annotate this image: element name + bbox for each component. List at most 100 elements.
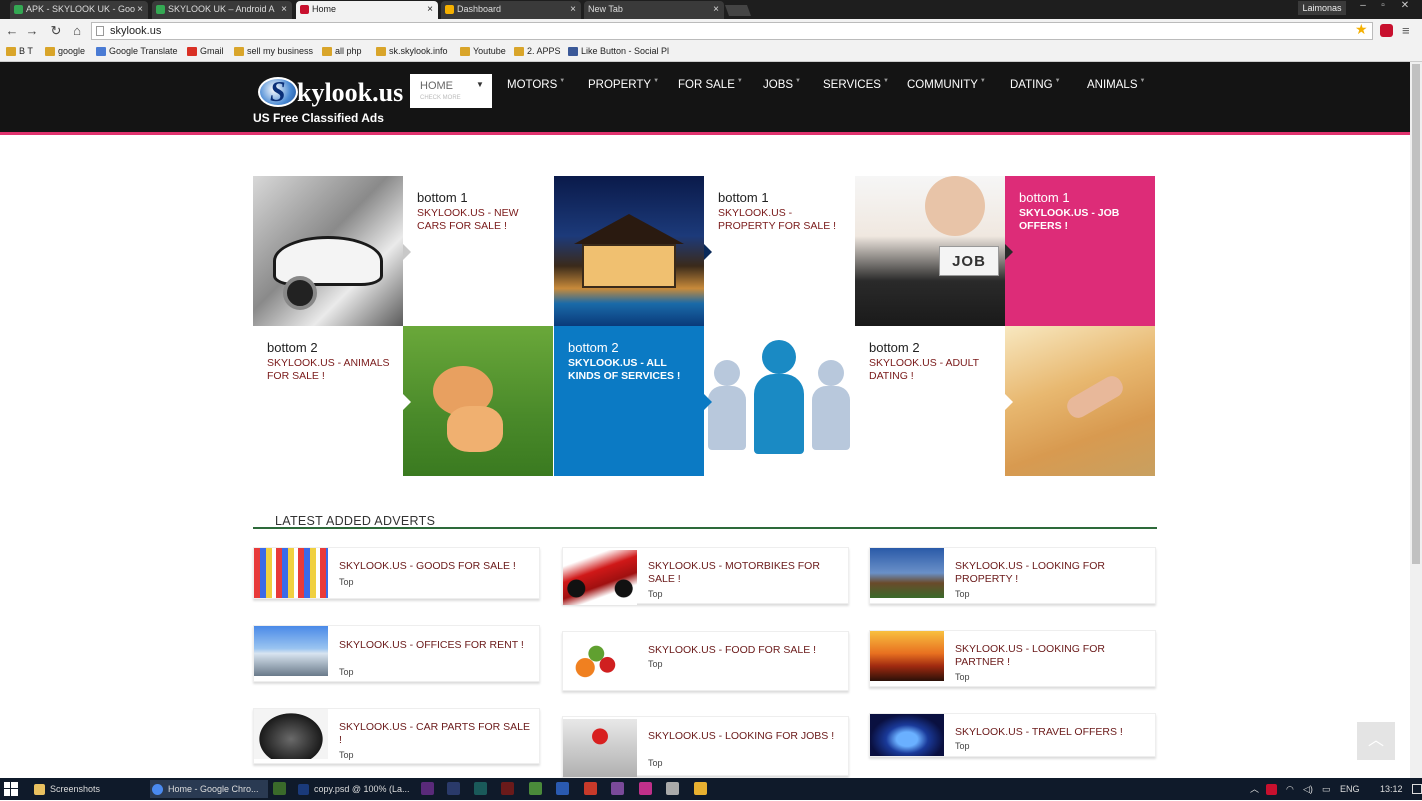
advert-card[interactable]: SKYLOOK.US - OFFICES FOR RENT ! Top — [253, 625, 540, 682]
profile-button[interactable]: Laimonas — [1298, 1, 1346, 15]
browser-tab[interactable]: APK - SKYLOOK UK - Goo × — [10, 1, 148, 19]
taskbar-item-active[interactable]: Home - Google Chro... — [150, 780, 268, 798]
nav-motors[interactable]: MOTORS ▼ — [507, 78, 565, 91]
advert-card[interactable]: SKYLOOK.US - TRAVEL OFFERS ! Top — [869, 713, 1156, 757]
new-tab-button[interactable] — [724, 5, 752, 16]
tile-services[interactable]: bottom 2 SKYLOOK.US - ALL KINDS OF SERVI… — [554, 326, 704, 476]
tile-animals[interactable]: bottom 2 SKYLOOK.US - ANIMALS FOR SALE ! — [253, 326, 403, 476]
extension-icon[interactable] — [1380, 24, 1393, 37]
advert-thumbnail[interactable] — [870, 631, 944, 681]
volume-icon[interactable]: ◁) — [1303, 778, 1313, 800]
advert-card[interactable]: SKYLOOK.US - MOTORBIKES FOR SALE ! Top — [562, 547, 849, 605]
bookmark-item[interactable]: Youtube — [460, 46, 506, 56]
advert-card[interactable]: SKYLOOK.US - LOOKING FOR PROPERTY ! Top — [869, 547, 1156, 604]
nav-animals[interactable]: ANIMALS ▼ — [1087, 78, 1145, 91]
browser-tab[interactable]: SKYLOOK UK – Android A × — [152, 1, 292, 19]
browser-tab-active[interactable]: Home × — [296, 1, 438, 19]
tab-close-icon[interactable]: × — [570, 1, 576, 18]
reload-icon[interactable]: ↻ — [48, 23, 64, 39]
audition-icon[interactable] — [474, 782, 487, 795]
advert-thumbnail[interactable] — [254, 548, 328, 598]
advert-thumbnail[interactable] — [563, 634, 637, 690]
advert-thumbnail[interactable] — [870, 714, 944, 756]
advert-thumbnail[interactable] — [563, 719, 637, 777]
antivirus-icon[interactable] — [1266, 784, 1277, 795]
advert-card[interactable]: SKYLOOK.US - LOOKING FOR JOBS ! Top — [562, 716, 849, 777]
tile-new-cars[interactable]: bottom 1 SKYLOOK.US - NEW CARS FOR SALE … — [403, 176, 553, 326]
after-effects-icon[interactable] — [447, 782, 460, 795]
back-icon[interactable]: ← — [4, 23, 20, 38]
tab-close-icon[interactable]: × — [427, 1, 433, 18]
windows-start-icon[interactable] — [4, 782, 18, 796]
logo-name[interactable]: kylook.us — [297, 78, 403, 108]
tile-dating[interactable]: bottom 2 SKYLOOK.US - ADULT DATING ! — [855, 326, 1005, 476]
nav-jobs[interactable]: JOBS ▼ — [763, 78, 801, 91]
advert-card[interactable]: SKYLOOK.US - LOOKING FOR PARTNER ! Top — [869, 630, 1156, 687]
bookmark-item[interactable]: sk.skylook.info — [376, 46, 448, 56]
advert-thumbnail[interactable] — [563, 550, 637, 605]
nav-dating[interactable]: DATING ▼ — [1010, 78, 1061, 91]
app-icon[interactable] — [611, 782, 624, 795]
advert-card[interactable]: SKYLOOK.US - FOOD FOR SALE ! Top — [562, 631, 849, 691]
maximize-icon[interactable]: ▫ — [1374, 0, 1392, 11]
car-image[interactable] — [253, 176, 403, 326]
back-to-top-button[interactable]: ︿ — [1357, 722, 1395, 760]
forward-icon[interactable]: → — [24, 23, 40, 38]
language-indicator[interactable]: ENG — [1340, 778, 1360, 800]
address-bar[interactable]: skylook.us — [91, 22, 1373, 40]
flash-icon[interactable] — [501, 782, 514, 795]
bookmark-item[interactable]: Like Button - Social Pl — [568, 46, 669, 56]
tile-job-offers[interactable]: bottom 1 SKYLOOK.US - JOB OFFERS ! — [1005, 176, 1155, 326]
taskbar-item[interactable]: Screenshots — [32, 780, 148, 798]
bookmark-item[interactable]: all php — [322, 46, 362, 56]
job-image[interactable]: JOB — [855, 176, 1005, 326]
nav-home[interactable]: HOME CHECK MORE ▼ — [410, 74, 492, 108]
nav-for-sale[interactable]: FOR SALE ▼ — [678, 78, 743, 91]
minimize-icon[interactable]: – — [1354, 0, 1372, 11]
app-icon[interactable] — [694, 782, 707, 795]
advert-thumbnail[interactable] — [254, 626, 328, 676]
premiere-icon[interactable] — [421, 782, 434, 795]
advert-thumbnail[interactable] — [254, 709, 328, 759]
scrollbar-thumb[interactable] — [1412, 64, 1420, 564]
bookmark-item[interactable]: Google Translate — [96, 46, 178, 56]
bookmark-item[interactable]: Gmail — [187, 46, 224, 56]
calculator-icon[interactable] — [666, 782, 679, 795]
bookmark-item[interactable]: 2. APPS — [514, 46, 561, 56]
app-icon[interactable] — [639, 782, 652, 795]
browser-tab[interactable]: New Tab × — [584, 1, 724, 19]
android-icon[interactable] — [529, 782, 542, 795]
nav-community[interactable]: COMMUNITY ▼ — [907, 78, 986, 91]
bookmark-star-icon[interactable]: ★ — [1355, 21, 1368, 38]
page-scrollbar[interactable] — [1410, 62, 1422, 778]
battery-icon[interactable]: ▭ — [1322, 778, 1331, 800]
browser-menu-icon[interactable]: ≡ — [1402, 23, 1410, 38]
tray-chevron-icon[interactable]: ︿ — [1250, 778, 1259, 800]
tab-close-icon[interactable]: × — [137, 1, 143, 18]
network-icon[interactable]: ◠ — [1286, 778, 1294, 800]
dreamweaver-icon[interactable] — [273, 782, 286, 795]
dating-image[interactable] — [1005, 326, 1155, 476]
tab-close-icon[interactable]: × — [713, 1, 719, 18]
tab-close-icon[interactable]: × — [281, 1, 287, 18]
word-icon[interactable] — [556, 782, 569, 795]
bookmark-item[interactable]: B T — [6, 46, 33, 56]
community-image[interactable] — [704, 326, 854, 476]
kitten-image[interactable] — [403, 326, 553, 476]
notifications-icon[interactable] — [1412, 784, 1422, 794]
bookmark-item[interactable]: google — [45, 46, 85, 56]
home-icon[interactable]: ⌂ — [69, 23, 85, 38]
advert-thumbnail[interactable] — [870, 548, 944, 598]
nav-services[interactable]: SERVICES ▼ — [823, 78, 889, 91]
logo-letter[interactable]: S — [270, 77, 286, 109]
nav-property[interactable]: PROPERTY ▼ — [588, 78, 659, 91]
advert-card[interactable]: SKYLOOK.US - GOODS FOR SALE ! Top — [253, 547, 540, 599]
bookmark-item[interactable]: sell my business — [234, 46, 313, 56]
advert-card[interactable]: SKYLOOK.US - CAR PARTS FOR SALE ! Top — [253, 708, 540, 764]
taskbar-item[interactable]: copy.psd @ 100% (La... — [296, 780, 412, 798]
filezilla-icon[interactable] — [584, 782, 597, 795]
clock[interactable]: 13:12 — [1380, 778, 1403, 800]
tile-property[interactable]: bottom 1 SKYLOOK.US - PROPERTY FOR SALE … — [704, 176, 854, 326]
close-window-icon[interactable]: ✕ — [1396, 0, 1414, 11]
house-image[interactable] — [554, 176, 704, 326]
